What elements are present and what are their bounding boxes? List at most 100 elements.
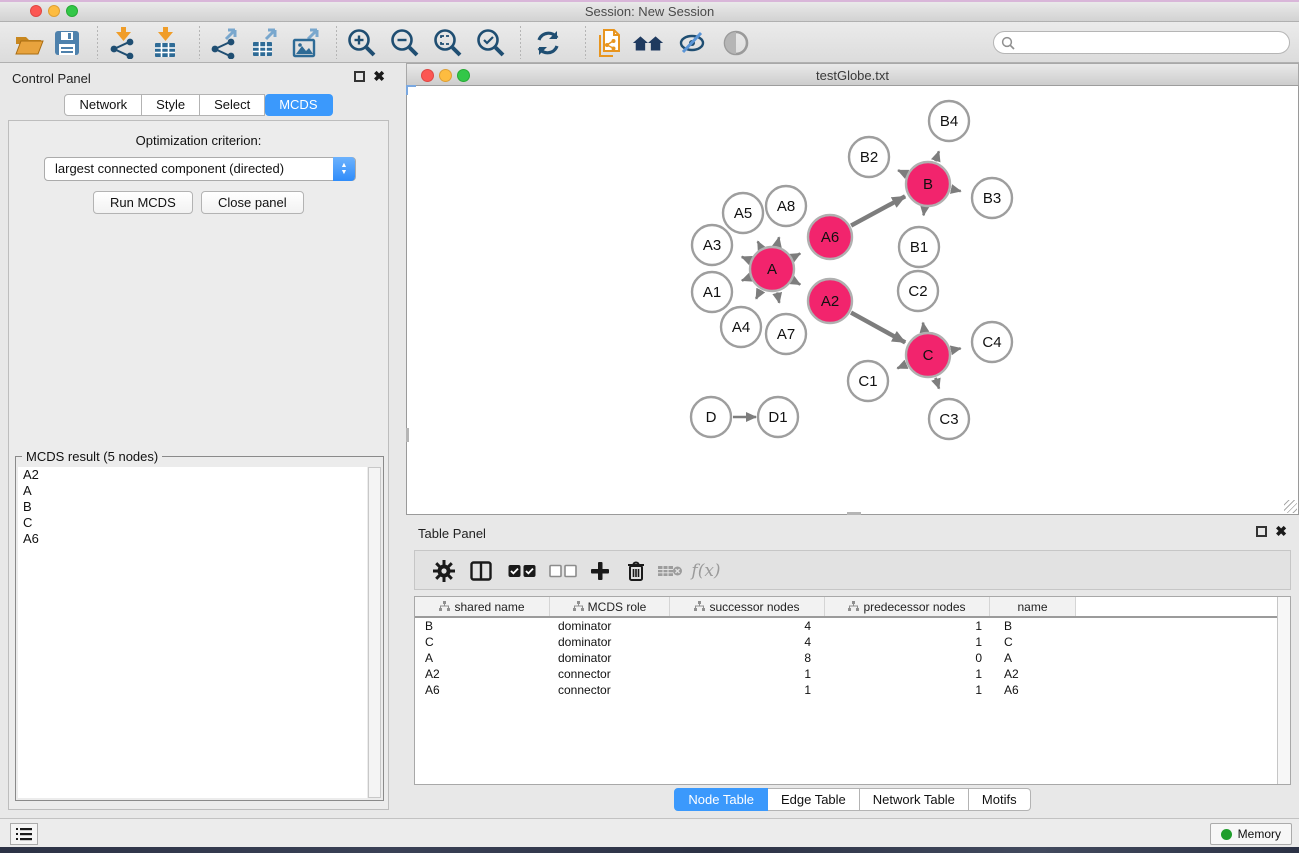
column-header-shared-name[interactable]: shared name (415, 597, 550, 616)
criterion-dropdown[interactable]: largest connected component (directed) ▲… (44, 157, 356, 181)
close-table-panel-icon[interactable]: ✖ (1275, 526, 1287, 537)
table-cell[interactable]: 1 (670, 682, 825, 698)
graph-edge-B-B2[interactable] (898, 170, 906, 174)
table-cell[interactable]: C (415, 634, 550, 650)
tab-network[interactable]: Network (64, 94, 142, 116)
table-cell[interactable]: 4 (670, 618, 825, 634)
memory-button[interactable]: Memory (1210, 823, 1292, 845)
graph-node-C[interactable]: C (906, 333, 950, 377)
graph-node-A5[interactable]: A5 (723, 193, 763, 233)
graph-edge-A2-C[interactable] (851, 313, 905, 343)
graph-node-D[interactable]: D (691, 397, 731, 437)
tab-network-table[interactable]: Network Table (860, 788, 969, 811)
column-header-predecessor-nodes[interactable]: predecessor nodes (825, 597, 990, 616)
graph-node-C1[interactable]: C1 (848, 361, 888, 401)
graph-node-A4[interactable]: A4 (721, 307, 761, 347)
graph-edge-A-A8[interactable] (777, 237, 779, 245)
table-scrollbar[interactable] (1277, 597, 1290, 784)
gear-icon[interactable] (429, 557, 459, 585)
table-cell[interactable]: dominator (550, 618, 670, 634)
graph-node-C4[interactable]: C4 (972, 322, 1012, 362)
table-cell[interactable]: dominator (550, 634, 670, 650)
refresh-layout-icon[interactable] (531, 26, 565, 60)
mcds-result-item[interactable]: A (18, 483, 367, 499)
graph-edge-A6-B[interactable] (851, 196, 905, 225)
table-cell[interactable]: 1 (825, 666, 990, 682)
tab-edge-table[interactable]: Edge Table (768, 788, 860, 811)
graph-edge-A-A1[interactable] (742, 278, 750, 281)
table-row[interactable]: A6connector11A6 (415, 682, 1290, 698)
graph-node-A2[interactable]: A2 (808, 279, 852, 323)
tab-style[interactable]: Style (142, 94, 200, 116)
table-cell[interactable]: B (415, 618, 550, 634)
graph-edge-A-A2[interactable] (793, 281, 800, 285)
tab-select[interactable]: Select (200, 94, 265, 116)
split-columns-icon[interactable] (466, 557, 496, 585)
table-row[interactable]: Adominator80A (415, 650, 1290, 666)
graph-node-C3[interactable]: C3 (929, 399, 969, 439)
zoom-out-icon[interactable] (388, 26, 422, 60)
close-panel-icon[interactable]: ✖ (373, 71, 385, 82)
graph-edge-C-C1[interactable] (897, 365, 906, 369)
graph-edge-B-B3[interactable] (951, 189, 960, 191)
graph-edge-A-A3[interactable] (742, 257, 750, 260)
float-panel-icon[interactable] (354, 71, 365, 82)
import-table-icon[interactable] (148, 26, 182, 60)
network-window-titlebar[interactable]: testGlobe.txt (406, 63, 1299, 86)
tab-motifs[interactable]: Motifs (969, 788, 1031, 811)
graph-node-D1[interactable]: D1 (758, 397, 798, 437)
select-all-icon[interactable] (507, 557, 537, 585)
graph-edge-A-A7[interactable] (777, 292, 779, 302)
export-table-icon[interactable] (247, 26, 281, 60)
mcds-result-scrollbar[interactable] (368, 467, 381, 798)
table-cell[interactable]: A6 (415, 682, 550, 698)
open-session-icon[interactable] (12, 26, 46, 60)
table-row[interactable]: A2connector11A2 (415, 666, 1290, 682)
graph-edge-B-B4[interactable] (936, 151, 939, 161)
table-cell[interactable]: 1 (825, 682, 990, 698)
graph-node-A8[interactable]: A8 (766, 186, 806, 226)
graph-edge-C-C3[interactable] (935, 378, 939, 389)
resize-grip-icon[interactable] (1284, 500, 1297, 513)
graph-node-A[interactable]: A (750, 247, 794, 291)
graph-node-A7[interactable]: A7 (766, 314, 806, 354)
column-header-name[interactable]: name (990, 597, 1076, 616)
show-graphics-icon[interactable] (719, 26, 753, 60)
network-canvas[interactable]: B4B2BB3A8A5A6A3B1AA1C2A2A4A7C4CC1C3DD1 (406, 86, 1299, 515)
export-image-icon[interactable] (289, 26, 323, 60)
table-row[interactable]: Cdominator41C (415, 634, 1290, 650)
tab-node-table[interactable]: Node Table (674, 788, 768, 811)
column-header-successor-nodes[interactable]: successor nodes (670, 597, 825, 616)
search-input[interactable] (1020, 33, 1280, 52)
table-cell[interactable]: dominator (550, 650, 670, 666)
horizontal-scroll-stub[interactable] (847, 512, 861, 515)
run-mcds-button[interactable]: Run MCDS (93, 191, 193, 214)
graph-edge-A-A6[interactable] (793, 253, 800, 257)
table-cell[interactable]: connector (550, 666, 670, 682)
delete-icon[interactable] (621, 557, 651, 585)
graph-node-A6[interactable]: A6 (808, 215, 852, 259)
zoom-fit-icon[interactable] (431, 26, 465, 60)
table-cell[interactable]: connector (550, 682, 670, 698)
graph-edge-A-A4[interactable] (756, 290, 761, 299)
table-cell[interactable]: A6 (990, 682, 1076, 698)
mcds-result-item[interactable]: A6 (18, 531, 367, 547)
graph-edge-C-C4[interactable] (952, 348, 961, 350)
table-cell[interactable]: A (990, 650, 1076, 666)
table-cell[interactable]: 4 (670, 634, 825, 650)
table-cell[interactable]: A2 (415, 666, 550, 682)
table-cell[interactable]: 0 (825, 650, 990, 666)
table-cell[interactable]: 1 (825, 618, 990, 634)
table-cell[interactable]: C (990, 634, 1076, 650)
graph-edge-A-A5[interactable] (758, 241, 761, 247)
table-cell[interactable]: 8 (670, 650, 825, 666)
task-history-button[interactable] (10, 823, 38, 845)
clone-network-icon[interactable] (593, 26, 627, 60)
graph-node-C2[interactable]: C2 (898, 271, 938, 311)
graph-node-B3[interactable]: B3 (972, 178, 1012, 218)
tab-mcds[interactable]: MCDS (265, 94, 332, 116)
mcds-result-item[interactable]: C (18, 515, 367, 531)
graph-node-A3[interactable]: A3 (692, 225, 732, 265)
save-session-icon[interactable] (50, 26, 84, 60)
add-column-icon[interactable] (585, 557, 615, 585)
